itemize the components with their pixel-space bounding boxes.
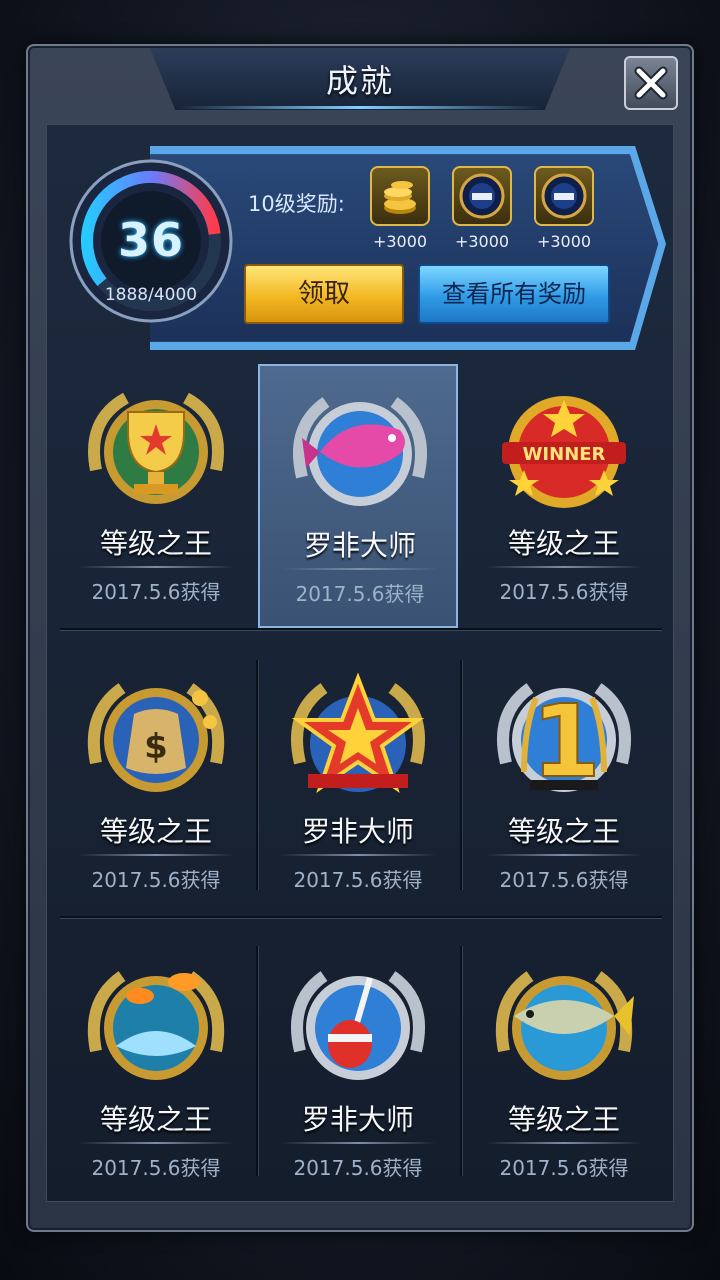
reward-slot-3[interactable] (534, 166, 594, 226)
reward-slot-1[interactable] (370, 166, 430, 226)
achievement-separator (280, 1142, 436, 1144)
achievement-separator (486, 1142, 642, 1144)
achievement-date: 2017.5.6获得 (293, 868, 423, 892)
achievement-name: 等级之王 (99, 527, 212, 560)
window-title: 成就 (325, 62, 394, 100)
achievement-name: 罗非大师 (301, 815, 414, 848)
number-one-badge-icon: 1 (497, 682, 631, 801)
achievement-separator (486, 566, 642, 568)
player-level: 36 (117, 213, 184, 267)
achievement-name: 罗非大师 (303, 529, 416, 562)
achievement-card[interactable]: 等级之王 2017.5.6获得 (56, 940, 256, 1204)
achievement-separator (78, 1142, 234, 1144)
achievement-separator (280, 854, 436, 856)
achievement-card[interactable]: 罗非大师 2017.5.6获得 (258, 652, 458, 916)
achievement-date: 2017.5.6获得 (91, 868, 221, 892)
achievement-card[interactable]: 罗非大师 2017.5.6获得 (258, 940, 458, 1204)
reward-label: 10级奖励: (248, 192, 345, 216)
achievement-separator (78, 566, 234, 568)
level-xp-text: 1888/4000 (104, 285, 198, 305)
pink-fish-badge-icon (293, 397, 427, 506)
achievement-date: 2017.5.6获得 (499, 868, 629, 892)
column-divider (460, 660, 463, 890)
achievement-card-selected[interactable]: 罗非大师 2017.5.6获得 (258, 364, 458, 628)
achievement-card[interactable]: 等级之王 2017.5.6获得 (464, 940, 664, 1204)
achievement-name: 等级之王 (507, 815, 620, 848)
close-x-icon (634, 66, 668, 100)
reward-amount-1: +3000 (372, 232, 428, 251)
achievement-separator (486, 854, 642, 856)
winner-badge-icon: WINNER (502, 396, 626, 508)
achievement-separator (282, 568, 438, 570)
achievement-name: 等级之王 (507, 1103, 620, 1136)
tuna-badge-icon (495, 971, 634, 1080)
achievement-date: 2017.5.6获得 (91, 580, 221, 604)
title-bar-glow (178, 106, 542, 109)
fishing-float-badge-icon (291, 971, 425, 1080)
svg-text:$: $ (144, 727, 168, 767)
trophy-badge-icon (88, 392, 224, 504)
row-divider (60, 916, 662, 919)
reward-amount-2: +3000 (454, 232, 510, 251)
svg-text:WINNER: WINNER (523, 444, 606, 465)
column-divider (460, 946, 463, 1176)
claim-button[interactable]: 领取 (244, 264, 404, 324)
fishing-reel-icon (541, 173, 587, 219)
close-button[interactable] (624, 56, 678, 110)
achievement-date: 2017.5.6获得 (293, 1156, 423, 1180)
achievement-date: 2017.5.6获得 (91, 1156, 221, 1180)
star-badge-icon (291, 672, 425, 794)
achievement-name: 等级之王 (99, 815, 212, 848)
view-all-rewards-button[interactable]: 查看所有奖励 (418, 264, 610, 324)
money-bag-badge-icon: $ (87, 683, 225, 792)
achievement-date: 2017.5.6获得 (295, 582, 425, 606)
achievement-date: 2017.5.6获得 (499, 580, 629, 604)
row-divider (60, 628, 662, 631)
fishing-reel-icon (459, 173, 505, 219)
achievement-name: 等级之王 (99, 1103, 212, 1136)
achievement-separator (78, 854, 234, 856)
gold-coins-icon (384, 181, 416, 214)
achievement-card[interactable]: WINNER 等级之王 2017.5.6获得 (464, 364, 664, 628)
achievement-name: 罗非大师 (301, 1103, 414, 1136)
reward-slot-2[interactable] (452, 166, 512, 226)
achievement-card[interactable]: 等级之王 2017.5.6获得 (56, 364, 256, 628)
goldfish-badge-icon (87, 971, 225, 1080)
achievement-date: 2017.5.6获得 (499, 1156, 629, 1180)
reward-amount-3: +3000 (536, 232, 592, 251)
achievement-card[interactable]: $ 等级之王 2017.5.6获得 (56, 652, 256, 916)
achievement-card[interactable]: 1 等级之王 2017.5.6获得 (464, 652, 664, 916)
achievement-name: 等级之王 (507, 527, 620, 560)
